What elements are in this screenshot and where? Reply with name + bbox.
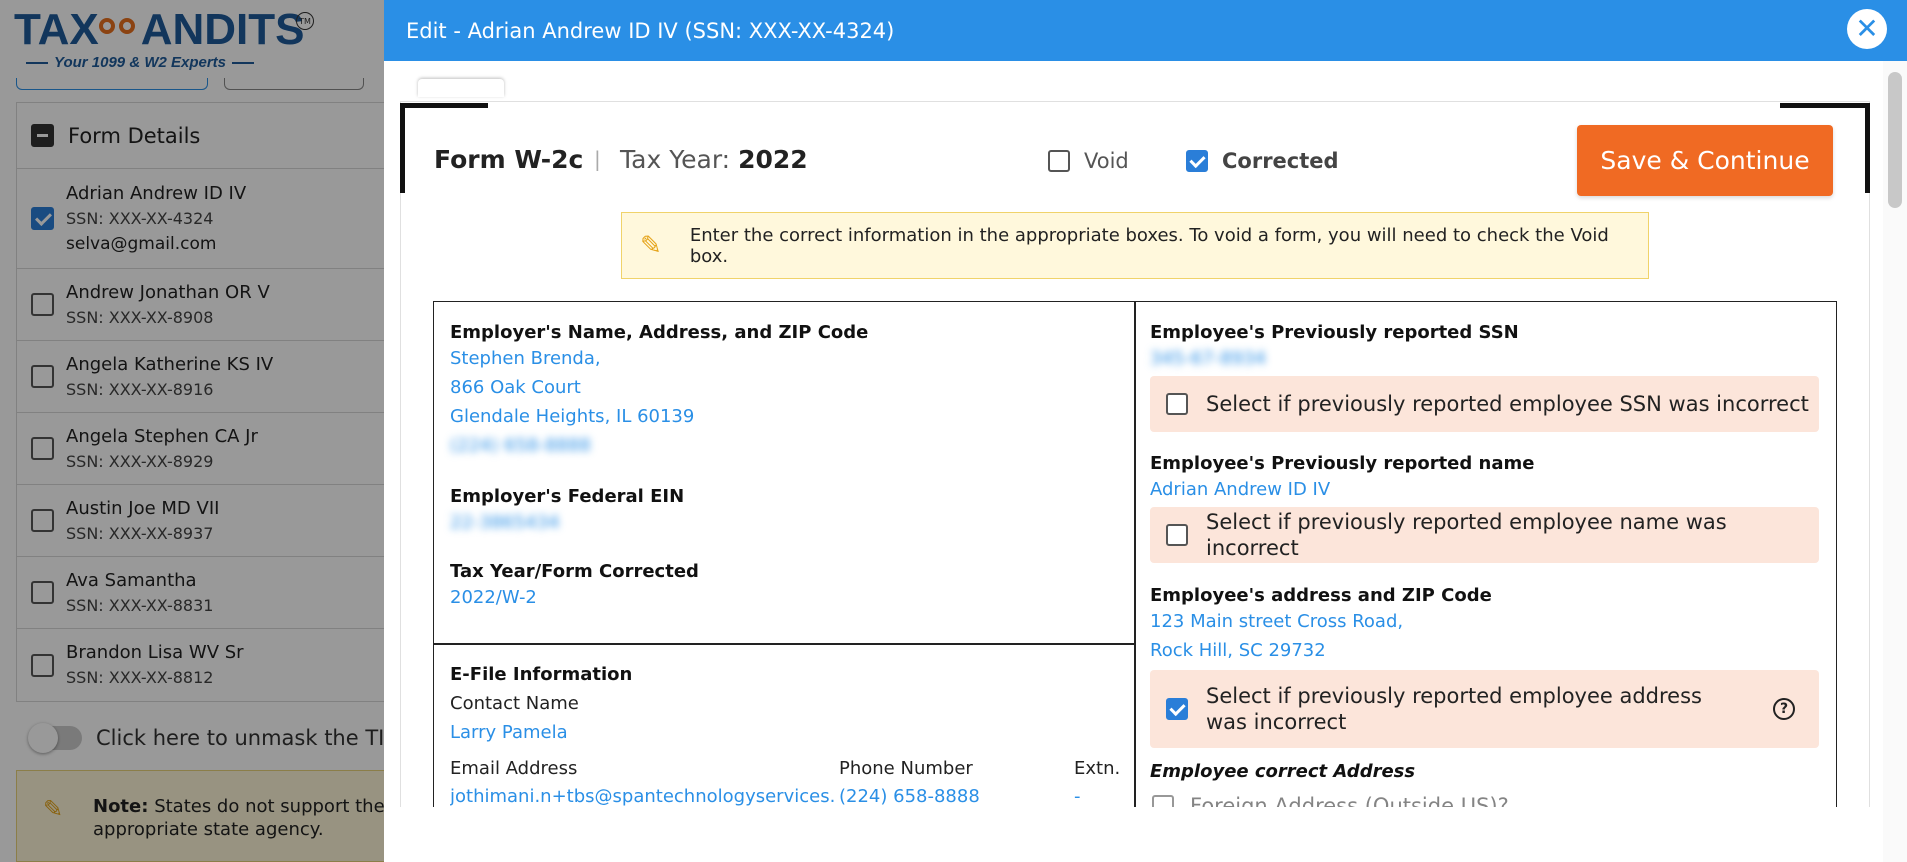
void-checkbox[interactable] bbox=[1048, 150, 1070, 172]
email-label: Email Address bbox=[450, 758, 578, 779]
help-icon[interactable]: ? bbox=[1773, 698, 1795, 720]
phone-value[interactable]: (224) 658-8888 bbox=[839, 782, 980, 807]
extn-label: Extn. bbox=[1074, 758, 1121, 779]
modal-title: Edit - Adrian Andrew ID IV (SSN: XXX-XX-… bbox=[406, 18, 895, 43]
info-banner: ✎ Enter the correct information in the a… bbox=[621, 212, 1649, 279]
name-incorrect-label: Select if previously reported employee n… bbox=[1206, 510, 1727, 560]
foreign-address-checkbox[interactable] bbox=[1152, 795, 1174, 807]
info-text: Enter the correct information in the app… bbox=[689, 224, 1609, 267]
employer-phone[interactable]: (224) 658-8888 bbox=[450, 431, 591, 460]
edit-form-modal: Edit - Adrian Andrew ID IV (SSN: XXX-XX-… bbox=[384, 0, 1907, 862]
tax-year-form-corrected-label: Tax Year/Form Corrected bbox=[450, 561, 699, 582]
tax-year-value: 2022 bbox=[738, 145, 808, 174]
employer-address2[interactable]: Glendale Heights, IL 60139 bbox=[450, 402, 694, 431]
void-label: Void bbox=[1084, 149, 1129, 173]
tax-year: Tax Year: 2022 bbox=[620, 145, 808, 174]
employer-address1[interactable]: 866 Oak Court bbox=[450, 373, 581, 402]
employer-name[interactable]: Stephen Brenda, bbox=[450, 344, 601, 373]
save-continue-button[interactable]: Save & Continue bbox=[1577, 125, 1833, 196]
address-incorrect-label: Select if previously reported employee a… bbox=[1206, 684, 1702, 734]
foreign-address-label: Foreign Address (Outside US)? bbox=[1190, 794, 1509, 807]
employer-ein-label: Employer's Federal EIN bbox=[450, 486, 685, 507]
email-value[interactable]: jothimani.n+tbs@spantechnologyservices.c bbox=[450, 782, 835, 807]
grid-divider-horizontal bbox=[434, 643, 1134, 645]
form-tab[interactable] bbox=[418, 79, 504, 97]
close-icon[interactable]: ✕ bbox=[1847, 9, 1887, 49]
form-name: Form W-2c bbox=[434, 145, 584, 174]
corrected-label: Corrected bbox=[1222, 149, 1339, 173]
corrected-checkbox-row[interactable]: Corrected bbox=[1186, 149, 1339, 173]
help-symbol: ? bbox=[1779, 701, 1789, 717]
corrected-checkbox[interactable] bbox=[1186, 150, 1208, 172]
ssn-incorrect-checkbox[interactable] bbox=[1166, 393, 1188, 415]
modal-header: Edit - Adrian Andrew ID IV (SSN: XXX-XX-… bbox=[384, 0, 1907, 61]
efile-info-label: E-File Information bbox=[450, 664, 633, 685]
scrollbar-thumb[interactable] bbox=[1888, 72, 1902, 208]
w2c-form-grid: Employer's Name, Address, and ZIP Code S… bbox=[433, 301, 1837, 807]
modal-content: Form W-2c | Tax Year: 2022 Void Correcte… bbox=[400, 61, 1882, 807]
employee-address1[interactable]: 123 Main street Cross Road, bbox=[1150, 607, 1403, 636]
prev-name-label: Employee's Previously reported name bbox=[1150, 453, 1535, 474]
name-incorrect-option[interactable]: Select if previously reported employee n… bbox=[1150, 507, 1819, 563]
phone-label: Phone Number bbox=[839, 758, 973, 779]
correct-address-label: Employee correct Address bbox=[1150, 761, 1416, 782]
address-incorrect-checkbox[interactable] bbox=[1166, 698, 1188, 720]
address-incorrect-option[interactable]: Select if previously reported employee a… bbox=[1150, 670, 1819, 748]
employer-name-address-label: Employer's Name, Address, and ZIP Code bbox=[450, 322, 869, 343]
prev-ssn-label: Employee's Previously reported SSN bbox=[1150, 322, 1519, 343]
employee-address2[interactable]: Rock Hill, SC 29732 bbox=[1150, 636, 1326, 665]
extn-value[interactable]: - bbox=[1074, 782, 1081, 807]
header-separator: | bbox=[594, 147, 601, 171]
employer-ein[interactable]: 22-3865434 bbox=[450, 508, 560, 537]
tax-year-form-corrected-value[interactable]: 2022/W-2 bbox=[450, 583, 537, 612]
grid-divider-vertical bbox=[1134, 302, 1136, 807]
employee-address-label: Employee's address and ZIP Code bbox=[1150, 585, 1492, 606]
ssn-incorrect-option[interactable]: Select if previously reported employee S… bbox=[1150, 376, 1819, 432]
note-icon: ✎ bbox=[640, 230, 662, 261]
void-checkbox-row[interactable]: Void bbox=[1048, 149, 1129, 173]
prev-name-value[interactable]: Adrian Andrew ID IV bbox=[1150, 475, 1330, 504]
tax-year-label: Tax Year: bbox=[620, 145, 731, 174]
prev-ssn-value[interactable]: 345-67-8934 bbox=[1150, 344, 1266, 373]
foreign-address-option[interactable]: Foreign Address (Outside US)? bbox=[1152, 794, 1509, 807]
close-symbol: ✕ bbox=[1855, 12, 1879, 45]
name-incorrect-checkbox[interactable] bbox=[1166, 524, 1188, 546]
ssn-incorrect-label: Select if previously reported employee S… bbox=[1206, 392, 1809, 416]
contact-name[interactable]: Larry Pamela bbox=[450, 718, 568, 747]
contact-name-label: Contact Name bbox=[450, 693, 579, 714]
